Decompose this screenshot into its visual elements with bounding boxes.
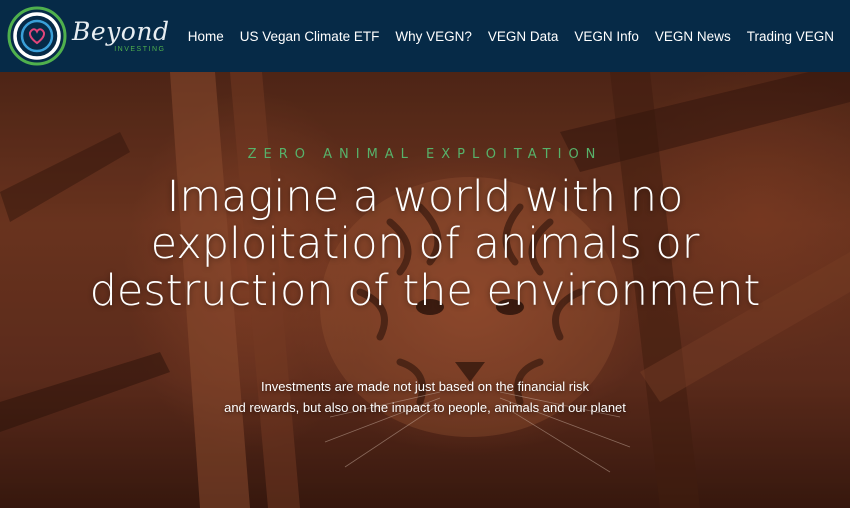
nav-link-vegn-info[interactable]: VEGN Info (574, 29, 639, 44)
site-header: Beyond INVESTING Home US Vegan Climate E… (0, 0, 850, 72)
hero-subtext: Investments are made not just based on t… (0, 376, 850, 418)
hero-headline: Imagine a world with no exploitation of … (20, 174, 830, 315)
nav-link-us-vegan-climate-etf[interactable]: US Vegan Climate ETF (240, 29, 380, 44)
nav-link-home[interactable]: Home (188, 29, 224, 44)
hero-subtext-line: Investments are made not just based on t… (260, 379, 590, 394)
nav-link-trading-vegn[interactable]: Trading VEGN (747, 29, 834, 44)
logo-circle-heart-icon (7, 6, 67, 66)
nav-link-vegn-data[interactable]: VEGN Data (488, 29, 559, 44)
main-navigation: Home US Vegan Climate ETF Why VEGN? VEGN… (188, 0, 834, 72)
hero-banner: ZERO ANIMAL EXPLOITATION Imagine a world… (0, 72, 850, 508)
hero-headline-line: destruction of the environment (89, 266, 761, 316)
logo-wordmark: Beyond (72, 17, 170, 46)
hero-headline-line: Imagine a world with no (166, 172, 684, 222)
nav-link-why-vegn[interactable]: Why VEGN? (395, 29, 472, 44)
logo-text: Beyond INVESTING (72, 17, 170, 54)
nav-link-vegn-news[interactable]: VEGN News (655, 29, 731, 44)
beyond-investing-logo[interactable]: Beyond INVESTING (6, 4, 176, 68)
logo-tagline: INVESTING (114, 46, 166, 53)
hero-subtext-line: and rewards, but also on the impact to p… (224, 400, 626, 415)
hero-headline-line: exploitation of animals or (150, 219, 700, 269)
hero-eyebrow: ZERO ANIMAL EXPLOITATION (247, 147, 603, 162)
